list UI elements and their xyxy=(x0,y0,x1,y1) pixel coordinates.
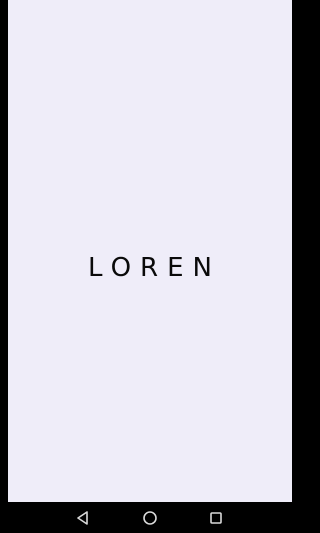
home-icon xyxy=(143,510,157,525)
device-screen: LOREN xyxy=(0,0,300,533)
splash-screen: LOREN xyxy=(8,0,292,502)
brand-logo-text: LOREN xyxy=(88,253,221,283)
system-navigation-bar xyxy=(0,502,300,533)
back-icon xyxy=(77,510,88,525)
home-button[interactable] xyxy=(130,502,170,533)
recents-icon xyxy=(210,511,222,524)
back-button[interactable] xyxy=(63,502,103,533)
recents-button[interactable] xyxy=(196,502,236,533)
